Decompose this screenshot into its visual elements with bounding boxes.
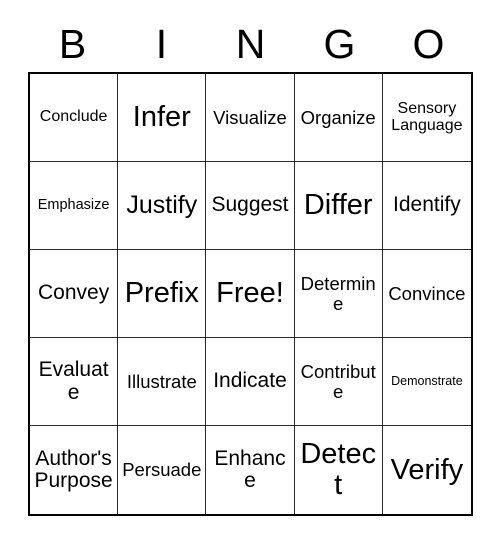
bingo-cell-label: Prefix: [124, 277, 199, 310]
bingo-header-row: BINGO: [28, 16, 473, 72]
bingo-cell-label: Justify: [126, 191, 198, 220]
bingo-cell-r5c1[interactable]: Author's Purpose: [30, 426, 119, 514]
bingo-cell-label: Conclude: [39, 108, 108, 126]
bingo-cell-label: Convince: [388, 282, 466, 304]
bingo-cell-r2c1[interactable]: Emphasize: [30, 162, 119, 250]
bingo-cell-r1c5[interactable]: Sensory Language: [382, 74, 471, 162]
bingo-cell-r2c4[interactable]: Differ: [294, 162, 383, 250]
bingo-cell-label: Contribute: [300, 360, 376, 402]
bingo-cell-r4c3[interactable]: Indicate: [206, 338, 295, 426]
bingo-card: B I N G O Conclude Infer Visualize Organize Sens…: [0, 0, 500, 544]
bingo-cell-label: Demonstrate: [391, 373, 463, 388]
bingo-cell-label: Author's Purpose: [34, 446, 113, 492]
bingo-cell-r5c4[interactable]: Detect: [294, 426, 383, 514]
bingo-cell-r4c1[interactable]: Evaluate: [30, 338, 119, 426]
bingo-cell-label: Identify: [393, 193, 461, 217]
bingo-cell-label: Free!: [216, 277, 284, 310]
bingo-cell-r5c2[interactable]: Persuade: [118, 426, 207, 514]
bingo-cell-label: Organize: [300, 106, 376, 128]
bingo-cell-r3c2[interactable]: Prefix: [118, 250, 207, 338]
bingo-cell-r5c5[interactable]: Verify: [382, 426, 471, 514]
bingo-cell-r3c4[interactable]: Determine: [294, 250, 383, 338]
bingo-cell-label: Indicate: [213, 369, 287, 393]
bingo-cell-r1c1[interactable]: Conclude: [30, 74, 119, 162]
bingo-cell-label: Evaluate: [38, 358, 109, 404]
bingo-header-letter-n: N: [235, 20, 266, 67]
bingo-cell-r1c2[interactable]: Infer: [118, 74, 207, 162]
bingo-free-space[interactable]: Free!: [206, 250, 295, 338]
bingo-cell-label: Determine: [300, 272, 376, 314]
bingo-header-letter-o: O: [412, 20, 445, 67]
bingo-cell-label: Sensory Language: [391, 99, 463, 134]
bingo-cell-r3c1[interactable]: Convey: [30, 250, 119, 338]
bingo-cell-r1c3[interactable]: Visualize: [206, 74, 295, 162]
bingo-cell-label: Infer: [132, 101, 191, 134]
bingo-cell-r3c5[interactable]: Convince: [382, 250, 471, 338]
bingo-grid: Conclude Infer Visualize Organize Sensory La…: [28, 72, 473, 516]
bingo-cell-label: Differ: [303, 189, 373, 222]
bingo-cell-r4c4[interactable]: Contribute: [294, 338, 383, 426]
bingo-header-letter-b: B: [58, 20, 87, 67]
bingo-cell-label: Enhance: [214, 446, 286, 492]
bingo-cell-label: Suggest: [211, 193, 289, 217]
bingo-cell-label: Persuade: [122, 459, 202, 481]
bingo-cell-label: Emphasize: [37, 196, 110, 213]
bingo-header-letter-i: I: [155, 20, 168, 67]
bingo-cell-label: Convey: [37, 281, 110, 305]
bingo-cell-label: Illustrate: [126, 370, 197, 392]
bingo-cell-r4c2[interactable]: Illustrate: [118, 338, 207, 426]
bingo-cell-label: Verify: [390, 453, 464, 486]
bingo-cell-r2c3[interactable]: Suggest: [206, 162, 295, 250]
bingo-cell-r4c5[interactable]: Demonstrate: [382, 338, 471, 426]
bingo-cell-r1c4[interactable]: Organize: [294, 74, 383, 162]
bingo-cell-label: Detect: [300, 438, 377, 501]
bingo-cell-r2c5[interactable]: Identify: [382, 162, 471, 250]
bingo-header-letter-g: G: [323, 20, 356, 67]
bingo-cell-label: Visualize: [213, 106, 287, 128]
bingo-cell-r2c2[interactable]: Justify: [118, 162, 207, 250]
bingo-cell-r5c3[interactable]: Enhance: [206, 426, 295, 514]
